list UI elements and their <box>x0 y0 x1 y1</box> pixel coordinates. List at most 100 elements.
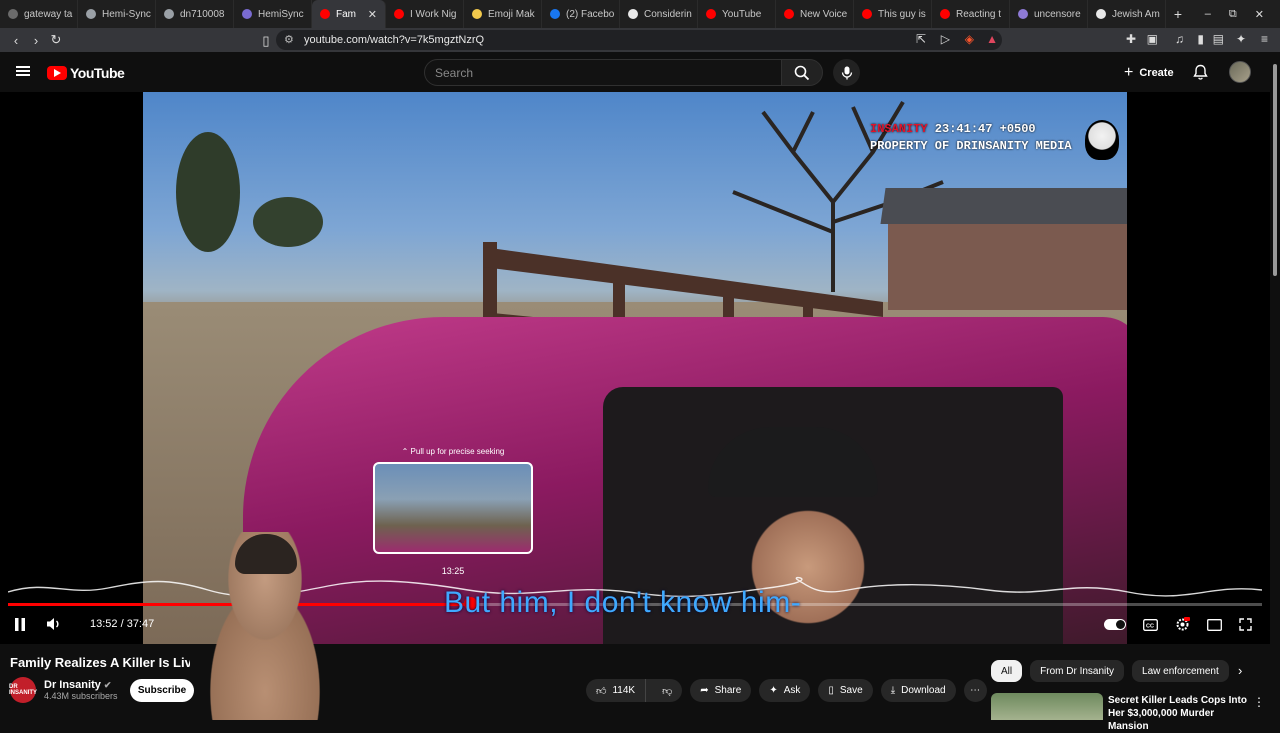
download-button[interactable]: ⤓ Download <box>880 679 956 702</box>
browser-tab[interactable]: Emoji Mak <box>464 0 542 28</box>
voice-search-button[interactable] <box>833 59 860 86</box>
menu-icon[interactable]: ≡ <box>1261 32 1268 46</box>
leo-ai-icon[interactable]: ✦ <box>1236 32 1246 46</box>
share-button[interactable]: ➦ Share <box>690 679 752 702</box>
bookmark-icon[interactable]: ▯ <box>256 33 276 49</box>
notifications-button[interactable] <box>1193 64 1208 80</box>
back-icon[interactable]: ‹ <box>6 33 26 48</box>
open-external-icon[interactable]: ⇱ <box>916 32 926 46</box>
create-label: Create <box>1139 67 1174 79</box>
tab-label: gateway ta <box>24 8 73 20</box>
tab-label: (2) Facebo <box>566 8 615 20</box>
send-icon[interactable]: ▷ <box>941 32 950 46</box>
download-icon: ⤓ <box>890 685 896 696</box>
house-image <box>880 188 1127 310</box>
volume-icon[interactable] <box>46 617 62 631</box>
tab-label: New Voice <box>800 8 848 20</box>
chevron-right-icon[interactable]: › <box>1238 663 1242 678</box>
channel-avatar[interactable]: DR INSANITY <box>9 677 37 703</box>
tab-label: This guy is <box>878 8 926 20</box>
filter-chip[interactable]: All <box>991 660 1023 682</box>
wallet-icon[interactable]: ▤ <box>1213 32 1224 46</box>
page-scrollbar[interactable] <box>1270 52 1280 720</box>
recommended-thumbnail[interactable] <box>991 693 1103 720</box>
browser-tab[interactable]: dn710008 <box>156 0 234 28</box>
browser-tab[interactable]: uncensore <box>1010 0 1088 28</box>
skull-logo-icon <box>1085 120 1119 160</box>
recommended-title[interactable]: Secret Killer Leads Cops Into Her $3,000… <box>1108 694 1248 733</box>
browser-tab[interactable]: Considerin <box>620 0 698 28</box>
maximize-icon[interactable]: ⧉ <box>1229 8 1237 21</box>
media-icon[interactable]: ♫ <box>1175 32 1184 46</box>
extensions-icon[interactable]: ✚ <box>1126 32 1136 46</box>
like-button[interactable]: 👍︎ 114K <box>586 679 647 702</box>
close-window-icon[interactable]: ✕ <box>1255 8 1264 21</box>
video-title: Family Realizes A Killer Is Livi <box>10 655 190 670</box>
scrollbar-thumb[interactable] <box>1273 64 1277 276</box>
tab-favicon-icon <box>472 9 482 19</box>
youtube-header: YouTube Search + Create <box>0 52 1280 92</box>
minimize-icon[interactable]: – <box>1205 8 1211 21</box>
sidebar-icon[interactable]: ▮ <box>1197 32 1204 46</box>
bell-icon <box>1193 64 1208 80</box>
tab-favicon-icon <box>628 9 638 19</box>
browser-tab-strip: gateway ta Hemi-Sync dn710008 HemiSync Fam ✕ I… <box>0 0 1280 28</box>
filter-chip[interactable]: Law enforcement <box>1132 660 1229 682</box>
settings-icon[interactable] <box>1175 617 1190 632</box>
browser-tab[interactable]: YouTube <box>698 0 776 28</box>
pause-icon[interactable] <box>14 617 26 631</box>
tab-favicon-icon <box>394 9 404 19</box>
reload-icon[interactable]: ↻ <box>46 32 66 48</box>
tab-favicon-icon <box>706 9 716 19</box>
browser-tab[interactable]: Fam ✕ <box>312 0 386 28</box>
forward-icon[interactable]: › <box>26 33 46 48</box>
browser-tab[interactable]: (2) Facebo <box>542 0 620 28</box>
new-tab-button[interactable]: + <box>1166 6 1190 22</box>
filter-chip[interactable]: From Dr Insanity <box>1030 660 1125 682</box>
screenshot-icon[interactable]: ▣ <box>1147 32 1158 46</box>
search-input[interactable]: Search <box>424 59 782 86</box>
account-avatar[interactable] <box>1229 61 1251 83</box>
captions-icon[interactable]: CC <box>1143 618 1158 631</box>
watermark-property: PROPERTY OF DRINSANITY MEDIA <box>870 139 1072 153</box>
browser-tab[interactable]: New Voice <box>776 0 854 28</box>
player-controls-right: CC <box>1104 617 1252 632</box>
logo-text: YouTube <box>70 65 125 81</box>
save-button[interactable]: ▯ Save <box>818 679 873 702</box>
hamburger-menu-icon[interactable] <box>16 66 30 76</box>
fullscreen-icon[interactable] <box>1239 618 1252 631</box>
tab-close-icon[interactable]: ✕ <box>368 8 377 21</box>
trees-and-windmill-image <box>176 132 323 252</box>
subscribe-button[interactable]: Subscribe <box>130 679 194 702</box>
url-field[interactable]: ⚙ youtube.com/watch?v=7k5mgztNzrQ <box>276 30 1002 50</box>
browser-tab[interactable]: gateway ta <box>0 0 78 28</box>
create-button[interactable]: + Create <box>1124 64 1174 82</box>
browser-tab[interactable]: This guy is <box>854 0 932 28</box>
autoplay-toggle[interactable] <box>1104 619 1126 630</box>
dislike-button[interactable]: 👎︎ <box>652 679 682 702</box>
ask-button[interactable]: ✦ Ask <box>759 679 811 702</box>
search-button[interactable] <box>781 59 823 86</box>
browser-tab[interactable]: I Work Nig <box>386 0 464 28</box>
browser-tab[interactable]: Reacting t <box>932 0 1010 28</box>
brave-rewards-icon[interactable]: ▲ <box>986 32 998 46</box>
theater-mode-icon[interactable] <box>1207 618 1222 631</box>
brave-shield-icon[interactable]: ◈ <box>965 32 974 46</box>
sparkle-icon: ✦ <box>769 685 778 696</box>
channel-name-text: Dr Insanity <box>44 679 101 691</box>
channel-name[interactable]: Dr Insanity ✔ <box>44 679 118 691</box>
browser-tab[interactable]: Hemi-Sync <box>78 0 156 28</box>
tab-favicon-icon <box>550 9 560 19</box>
site-info-icon[interactable]: ⚙ <box>284 33 294 46</box>
more-vertical-icon[interactable]: ⋮ <box>1253 695 1265 709</box>
tab-favicon-icon <box>164 9 174 19</box>
recommended-video[interactable]: Secret Killer Leads Cops Into Her $3,000… <box>991 693 1265 732</box>
more-actions-button[interactable]: ⋯ <box>963 679 987 702</box>
browser-tab[interactable]: Jewish Am <box>1088 0 1166 28</box>
browser-tab[interactable]: HemiSync <box>234 0 312 28</box>
plus-icon: + <box>1124 64 1134 81</box>
verified-icon: ✔ <box>103 680 112 690</box>
svg-text:CC: CC <box>1146 623 1154 629</box>
youtube-logo[interactable]: YouTube <box>47 65 125 81</box>
seek-hint: ⌃ Pull up for precise seeking <box>401 447 505 456</box>
